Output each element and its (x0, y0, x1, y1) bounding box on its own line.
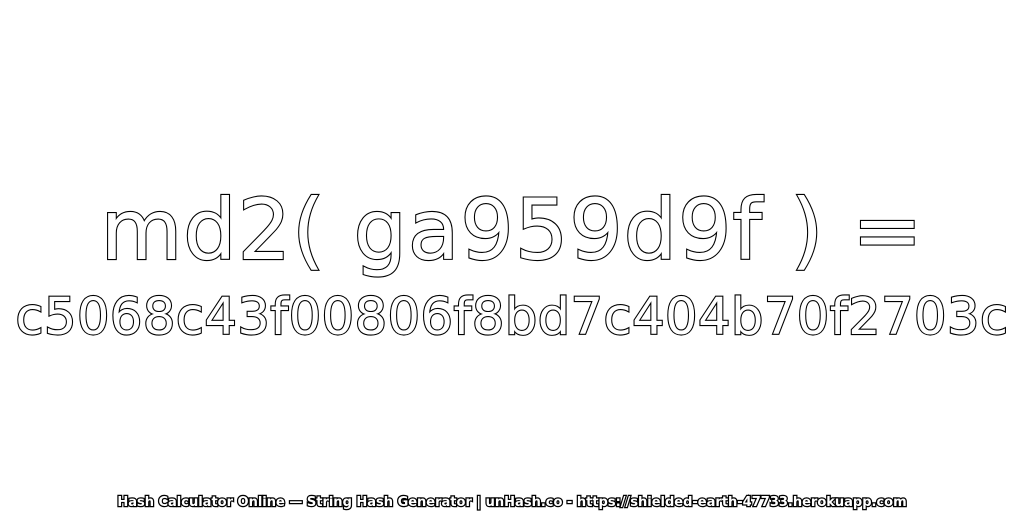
hash-expression: md2( ga959d9f ) = (99, 181, 924, 279)
footer-caption: Hash Calculator Online — String Hash Gen… (116, 495, 908, 511)
hash-result: c5068c43f00806f8bd7c404b70f2703c (14, 288, 1009, 347)
